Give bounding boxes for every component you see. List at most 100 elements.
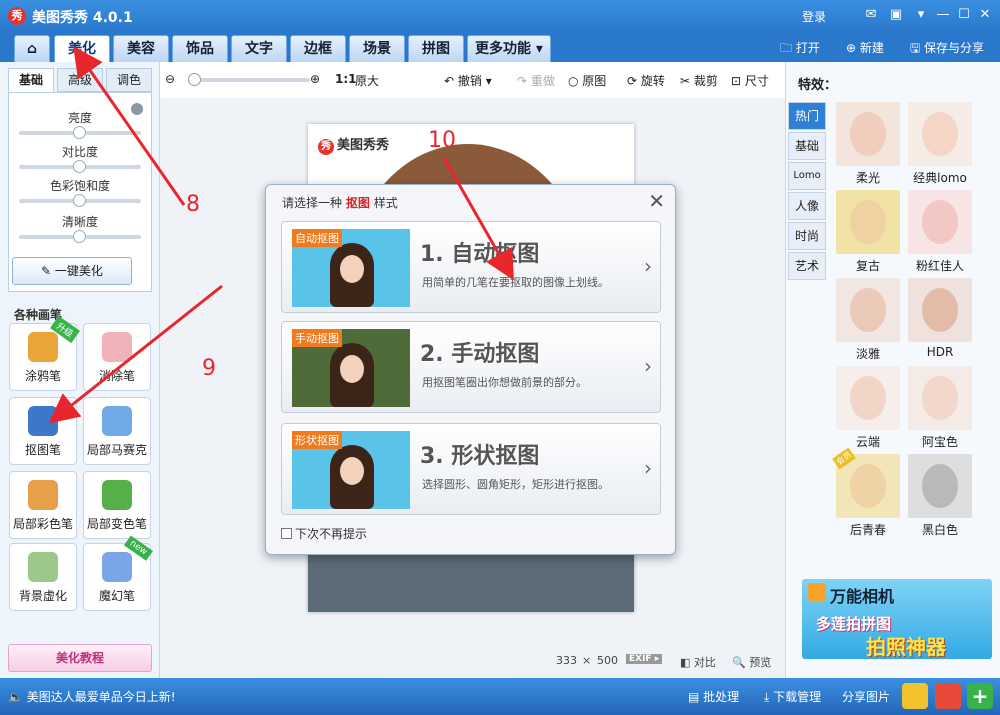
marquee[interactable]: 🔈 美图达人最爱单品今日上新! xyxy=(8,688,176,705)
tool-cutout-pen[interactable]: 抠图笔 xyxy=(9,397,77,465)
preview-button[interactable]: 🔍 预览 xyxy=(732,654,771,670)
vtab-lomo[interactable]: Lomo xyxy=(788,162,826,190)
resize-label: 尺寸 xyxy=(744,74,769,88)
maximize-icon[interactable]: ☐ xyxy=(955,6,973,24)
marquee-text: 美图达人最爱单品今日上新! xyxy=(26,690,176,704)
zoom-knob[interactable] xyxy=(188,73,201,86)
tab-face[interactable]: 美容 xyxy=(113,35,169,62)
contrast-knob[interactable] xyxy=(73,160,86,173)
tab-beautify[interactable]: 美化 xyxy=(54,35,110,62)
skin-icon[interactable]: ▣ xyxy=(887,6,905,24)
feedback-icon[interactable]: ✉ xyxy=(862,6,880,24)
tool-partial-recolor[interactable]: 局部变色笔 xyxy=(83,471,151,539)
sharpness-knob[interactable] xyxy=(73,230,86,243)
effect-thumbnail xyxy=(836,366,900,430)
minimize-icon[interactable]: — xyxy=(934,6,952,24)
effect-label: HDR xyxy=(926,345,954,359)
rotate-button[interactable]: ⟳ 旋转 xyxy=(627,72,665,89)
tab-more[interactable]: 更多功能 ▾ xyxy=(467,35,551,62)
effect-item[interactable]: 粉红佳人 xyxy=(908,190,972,274)
tab-frame[interactable]: 边框 xyxy=(290,35,346,62)
effect-thumbnail xyxy=(908,278,972,342)
effect-item[interactable]: 会员 后青春 xyxy=(832,447,900,538)
dropdown-icon[interactable]: ▾ xyxy=(912,6,930,24)
vtab-basic[interactable]: 基础 xyxy=(788,132,826,160)
original-button[interactable]: ○ 原图 xyxy=(568,72,606,89)
vtab-fashion[interactable]: 时尚 xyxy=(788,222,826,250)
close-icon[interactable]: ✕ xyxy=(976,6,994,24)
effect-item[interactable]: HDR xyxy=(908,278,972,362)
login-link[interactable]: 登录 xyxy=(802,8,826,25)
tool-label: 背景虚化 xyxy=(18,589,67,603)
dialog-close-icon[interactable]: ✕ xyxy=(648,189,665,213)
save-share-button[interactable]: 🖫 保存与分享 xyxy=(910,39,984,60)
saturation-slider[interactable] xyxy=(19,194,141,207)
brightness-knob[interactable] xyxy=(73,126,86,139)
no-show-checkbox[interactable] xyxy=(281,528,292,539)
batch-button[interactable]: ▤ 批处理 xyxy=(688,688,739,705)
option-shape-cutout[interactable]: 形状抠图 3. 形状抠图 选择圆形、圆角矩形，矩形进行抠图。 › xyxy=(281,423,661,515)
tool-label: 消除笔 xyxy=(98,369,135,383)
effect-item[interactable]: 复古 xyxy=(836,190,900,274)
effect-label: 后青春 xyxy=(849,523,886,537)
subtab-advanced[interactable]: 高级 xyxy=(57,68,103,92)
undo-button[interactable]: ↶ 撤销 ▾ xyxy=(444,72,492,89)
sharpness-slider[interactable] xyxy=(19,230,141,243)
crop-label: 裁剪 xyxy=(693,74,718,88)
effect-item[interactable]: 淡雅 xyxy=(836,278,900,362)
vtab-hot[interactable]: 热门 xyxy=(788,102,826,130)
tool-background-blur[interactable]: 背景虚化 xyxy=(9,543,77,611)
compare-button[interactable]: ◧ 对比 xyxy=(680,654,716,670)
zoom-in-icon[interactable]: ⊕ xyxy=(310,72,320,86)
vtab-portrait[interactable]: 人像 xyxy=(788,192,826,220)
zoom-out-icon[interactable]: ⊖ xyxy=(165,72,175,86)
no-show-again[interactable]: 下次不再提示 xyxy=(281,525,367,542)
tool-mosaic[interactable]: 局部马赛克 xyxy=(83,397,151,465)
resize-button[interactable]: ⊡ 尺寸 xyxy=(731,72,769,89)
zoom-slider[interactable] xyxy=(188,73,310,86)
effect-face xyxy=(850,376,886,420)
home-icon[interactable]: ⌂ xyxy=(14,35,50,62)
tool-doodle-pen[interactable]: 升级 涂鸦笔 xyxy=(9,315,80,391)
download-manager-button[interactable]: ⤓ 下载管理 xyxy=(764,688,821,705)
subtab-color[interactable]: 调色 xyxy=(106,68,152,92)
redo-button[interactable]: ↷ 重做 xyxy=(517,72,555,89)
tab-collage[interactable]: 拼图 xyxy=(408,35,464,62)
camera-ad-banner[interactable]: 万能相机 多莲拍拼图 拍照神器 xyxy=(802,579,992,659)
open-button[interactable]: 🗀 打开 xyxy=(780,39,820,60)
one-key-beautify-button[interactable]: ✎ 一键美化 xyxy=(12,257,132,285)
effect-item[interactable]: 黑白色 xyxy=(908,454,972,538)
tutorial-button[interactable]: 美化教程 xyxy=(8,644,152,672)
effect-item[interactable]: 经典lomo xyxy=(908,102,972,186)
tool-partial-color[interactable]: 局部彩色笔 xyxy=(9,471,77,539)
vtab-art[interactable]: 艺术 xyxy=(788,252,826,280)
contrast-slider[interactable] xyxy=(19,160,141,173)
subtab-basic[interactable]: 基础 xyxy=(8,68,54,92)
tab-accessories[interactable]: 饰品 xyxy=(172,35,228,62)
new-button[interactable]: ⊕ 新建 xyxy=(846,39,884,56)
effect-item[interactable]: 阿宝色 xyxy=(908,366,972,450)
tool-eraser-pen[interactable]: 消除笔 xyxy=(83,323,151,391)
effect-face xyxy=(850,464,886,508)
tool-magic-pen[interactable]: new 魔幻笔 xyxy=(83,535,154,611)
option-auto-cutout[interactable]: 自动抠图 1. 自动抠图 用简单的几笔在要抠取的图像上划线。 › xyxy=(281,221,661,313)
saturation-knob[interactable] xyxy=(73,194,86,207)
original-size-button[interactable]: 原大 xyxy=(355,72,379,89)
tab-scene[interactable]: 场景 xyxy=(349,35,405,62)
effect-thumbnail xyxy=(908,366,972,430)
crop-button[interactable]: ✂ 裁剪 xyxy=(680,72,718,89)
plus-icon[interactable]: + xyxy=(967,683,993,709)
exif-button[interactable]: EXIF ▸ xyxy=(626,654,663,664)
effect-item[interactable]: 柔光 xyxy=(836,102,900,186)
thumb-face xyxy=(340,457,364,485)
effect-item[interactable]: 云端 xyxy=(836,366,900,450)
brightness-slider[interactable] xyxy=(19,126,141,139)
tab-text[interactable]: 文字 xyxy=(231,35,287,62)
star-share-icon[interactable] xyxy=(902,683,928,709)
tool-label: 抠图笔 xyxy=(24,443,61,457)
option-manual-cutout[interactable]: 手动抠图 2. 手动抠图 用抠图笔圈出你想做前景的部分。 › xyxy=(281,321,661,413)
weibo-icon[interactable] xyxy=(935,683,961,709)
effect-face xyxy=(922,112,958,156)
cutout-pen-icon xyxy=(28,406,58,436)
dialog-title-keyword: 抠图 xyxy=(345,196,370,210)
